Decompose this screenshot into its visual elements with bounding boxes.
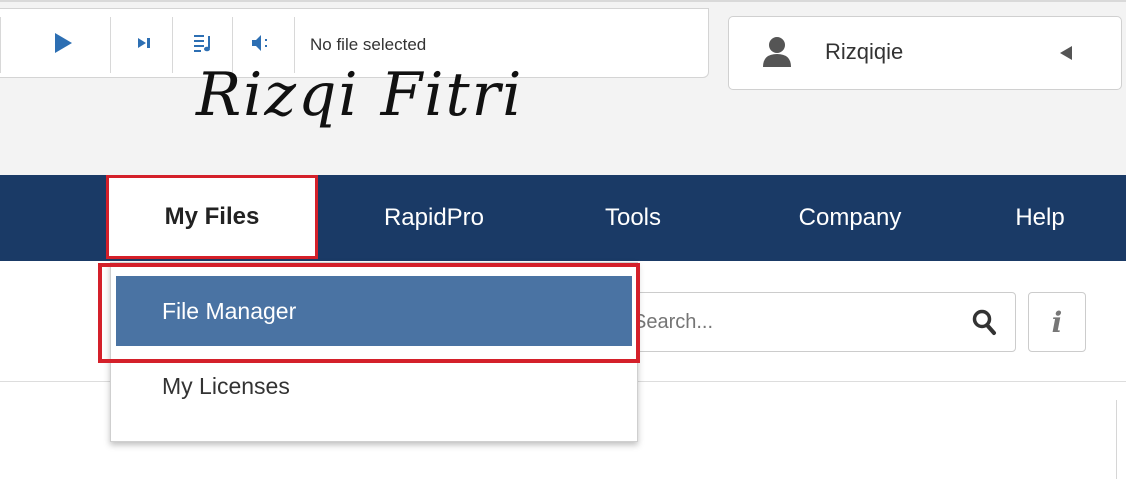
tab-company[interactable]: Company xyxy=(760,175,940,261)
search-input[interactable] xyxy=(631,301,955,343)
username: Rizqiqie xyxy=(825,39,904,64)
user-menu[interactable]: Rizqiqie xyxy=(728,16,1122,90)
menu-item-my-licenses[interactable]: My Licenses xyxy=(116,356,632,416)
signature-overlay: Rizqi Fitri xyxy=(196,60,524,130)
triangle-left-icon[interactable] xyxy=(1059,45,1073,66)
divider xyxy=(1116,400,1117,479)
file-status-text: No file selected xyxy=(310,35,427,54)
magnifier-icon[interactable] xyxy=(971,308,997,341)
divider xyxy=(172,17,173,73)
play-icon[interactable] xyxy=(38,21,88,65)
playlist-icon[interactable] xyxy=(178,21,228,65)
info-button[interactable]: i xyxy=(1028,292,1086,352)
user-silhouette-icon xyxy=(759,35,795,74)
tab-my-files[interactable]: My Files xyxy=(106,175,318,259)
divider xyxy=(0,17,1,73)
tab-rapidpro[interactable]: RapidPro xyxy=(344,175,524,261)
search-field[interactable] xyxy=(620,292,1016,352)
next-track-icon[interactable] xyxy=(120,21,168,65)
tab-tools[interactable]: Tools xyxy=(568,175,698,261)
divider xyxy=(110,17,111,73)
volume-icon[interactable] xyxy=(236,21,286,65)
annotation-highlight-frame xyxy=(98,263,640,363)
tab-help[interactable]: Help xyxy=(990,175,1090,261)
main-nav: My Files RapidPro Tools Company Help xyxy=(0,175,1126,261)
